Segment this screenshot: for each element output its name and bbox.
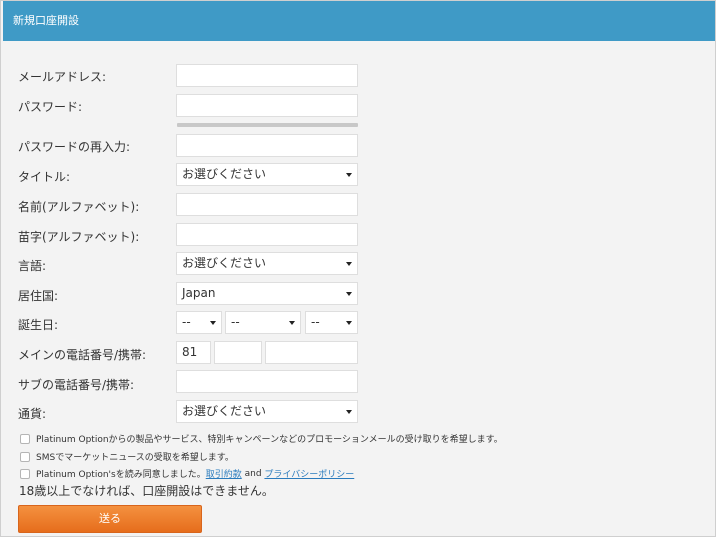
promo-checkbox-label: Platinum Optionからの製品やサービス、特別キャンペーンなどのプロモ…: [36, 435, 503, 445]
chevron-down-icon: [346, 292, 352, 296]
country-label: 居住国:: [18, 289, 59, 303]
first-name-label: 名前(アルファベット):: [18, 200, 140, 214]
registration-panel: 新規口座開設 メールアドレス: パスワード: パスワードの再入力: タイトル: …: [0, 0, 716, 537]
title-select-value: お選びください: [182, 167, 267, 181]
chevron-down-icon: [346, 262, 352, 266]
terms-link[interactable]: 取引約款: [206, 467, 242, 480]
chevron-down-icon: [289, 321, 295, 325]
birthday-label: 誕生日:: [18, 318, 59, 332]
currency-select[interactable]: お選びください: [176, 400, 358, 423]
currency-select-value: お選びください: [182, 404, 267, 418]
sub-phone-input[interactable]: [176, 370, 358, 393]
chevron-down-icon: [346, 321, 352, 325]
currency-label: 通貨:: [18, 407, 47, 421]
birthday-day-select[interactable]: --: [176, 311, 222, 334]
terms-checkbox[interactable]: [20, 468, 30, 479]
password-input[interactable]: [176, 94, 358, 117]
email-input[interactable]: [176, 64, 358, 87]
chevron-down-icon: [346, 173, 352, 177]
phone-country-code-input[interactable]: 81: [176, 341, 211, 364]
sms-checkbox-row: SMSでマーケットニュースの受取を希望します。: [20, 450, 234, 463]
promo-checkbox-row: Platinum Optionからの製品やサービス、特別キャンペーンなどのプロモ…: [20, 432, 503, 445]
privacy-policy-link[interactable]: プライバシーポリシー: [264, 467, 354, 480]
password-strength-bar: [177, 123, 358, 127]
birthday-year-select[interactable]: --: [305, 311, 358, 334]
phone-number-input[interactable]: [265, 341, 358, 364]
email-label: メールアドレス:: [18, 70, 107, 84]
language-label: 言語:: [18, 259, 47, 273]
page-title: 新規口座開設: [13, 14, 79, 27]
terms-and-text: and: [244, 468, 262, 479]
chevron-down-icon: [346, 410, 352, 414]
password-confirm-label: パスワードの再入力:: [18, 140, 131, 154]
last-name-label: 苗字(アルファベット):: [18, 230, 140, 244]
title-select[interactable]: お選びください: [176, 163, 358, 186]
first-name-input[interactable]: [176, 193, 358, 216]
chevron-down-icon: [210, 321, 216, 325]
birthday-year-value: --: [311, 315, 320, 329]
birthday-month-select[interactable]: --: [225, 311, 301, 334]
password-label: パスワード:: [18, 100, 83, 114]
language-select[interactable]: お選びください: [176, 252, 358, 275]
birthday-day-value: --: [182, 315, 191, 329]
sms-checkbox[interactable]: [20, 451, 30, 462]
phone-area-code-input[interactable]: [214, 341, 262, 364]
country-select-value: Japan: [182, 286, 216, 300]
terms-checkbox-row: Platinum Option'sを読み同意しました。 取引約款 and プライ…: [20, 467, 354, 480]
submit-button[interactable]: 送る: [18, 505, 202, 533]
password-confirm-input[interactable]: [176, 134, 358, 157]
country-select[interactable]: Japan: [176, 282, 358, 305]
promo-checkbox[interactable]: [20, 433, 30, 444]
birthday-month-value: --: [231, 315, 240, 329]
terms-checkbox-label: Platinum Option'sを読み同意しました。: [36, 470, 206, 480]
main-phone-label: メインの電話番号/携帯:: [18, 348, 147, 362]
language-select-value: お選びください: [182, 256, 267, 270]
panel-header: 新規口座開設: [3, 1, 715, 41]
sub-phone-label: サブの電話番号/携帯:: [18, 378, 135, 392]
sms-checkbox-label: SMSでマーケットニュースの受取を希望します。: [36, 453, 234, 463]
age-requirement-note: 18歳以上でなければ、口座開設はできません。: [19, 484, 274, 498]
last-name-input[interactable]: [176, 223, 358, 246]
title-label: タイトル:: [18, 170, 71, 184]
